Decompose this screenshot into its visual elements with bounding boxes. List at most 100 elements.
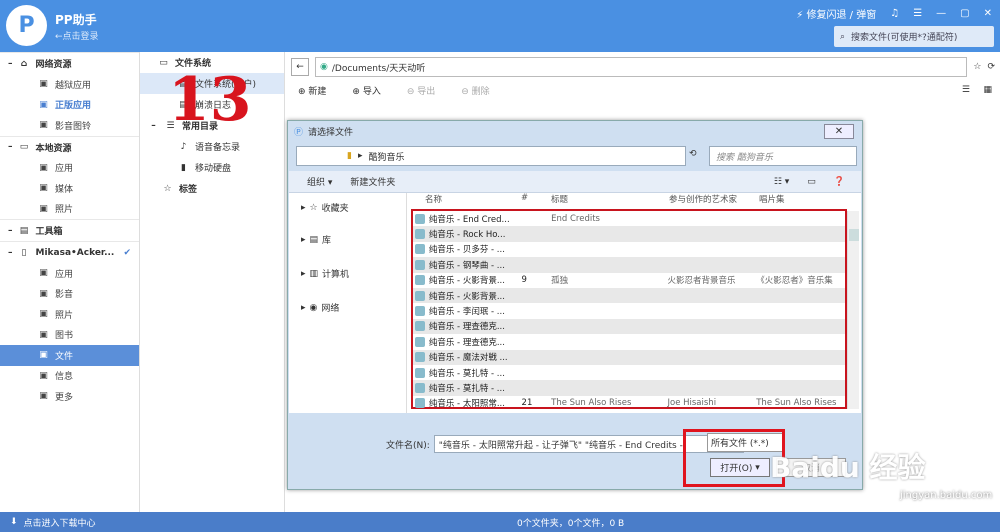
column-header[interactable]: 参与创作的艺术家 xyxy=(669,193,759,207)
top-bar: P PP助手 ←点击登录 ⚡ 修复闪退 / 弹窗 ♫ ☰ — ▢ ✕ ⌕ 搜索文… xyxy=(0,0,1000,52)
file-row[interactable]: 纯音乐 - 李闰珉 - ... xyxy=(413,303,845,318)
audio-file-icon xyxy=(415,398,425,409)
sidebar-item[interactable]: ▣ 应用 xyxy=(0,158,139,179)
music-icon[interactable]: ♫ xyxy=(890,8,899,19)
repair-link[interactable]: ⚡ 修复闪退 / 弹窗 xyxy=(796,6,876,21)
check-icon: ✔ xyxy=(123,247,131,258)
nav-icon: ☆ xyxy=(309,202,318,213)
file-row[interactable]: 纯音乐 - End Cred... End Credits xyxy=(413,211,845,226)
watermark-url: jingyan.baidu.com xyxy=(900,490,993,501)
file-row[interactable]: 纯音乐 - 魔法对戦 ... xyxy=(413,349,845,365)
audio-file-icon xyxy=(415,306,425,317)
file-row[interactable]: 纯音乐 - 火影背景... xyxy=(413,287,845,304)
sidebar-group[interactable]: – ▯ Mikasa•Acker... ✔ xyxy=(0,241,139,263)
nav-pane-item[interactable]: ▸ ◉ 网络 xyxy=(301,301,339,315)
organize-button[interactable]: 组织 ▾ xyxy=(307,175,332,188)
help-icon[interactable]: ❓ xyxy=(834,177,845,187)
sidebar-item[interactable]: ▣ 照片 xyxy=(0,199,139,220)
app-title: PP助手 xyxy=(55,13,97,27)
view-icon[interactable]: ☷ ▾ xyxy=(774,177,789,187)
open-button[interactable]: 打开(O) ▾ xyxy=(710,458,770,477)
dialog-body: ▸ ☆ 收藏夹 ▸ ▤ 库 ▸ ▥ 计算机 ▸ ◉ 网络 名称 # 标题 参与创作的艺术家 唱片集 纯音乐 -… xyxy=(289,193,861,413)
dialog-close-button[interactable]: ✕ xyxy=(824,124,854,139)
download-center-link[interactable]: ⬇ 点击进入下载中心 xyxy=(0,516,140,529)
grid-view-icon[interactable]: ▦ xyxy=(983,85,992,95)
export-button[interactable]: ⊖ 导出 xyxy=(407,84,435,97)
sidebar-item[interactable]: ▣ 正版应用 xyxy=(0,95,139,116)
nav-pane-item[interactable]: ▸ ▤ 库 xyxy=(301,233,331,247)
dialog-search-input[interactable]: 搜索 酷狗音乐 xyxy=(709,146,857,166)
minimize-icon[interactable]: — xyxy=(936,8,946,19)
sidebar-item[interactable]: ▣ 照片 xyxy=(0,304,139,325)
tree-voice-memo[interactable]: ♪ 语音备忘录 xyxy=(140,136,284,157)
tree-tags[interactable]: ☆ 标签 xyxy=(140,178,284,199)
item-icon: ▣ xyxy=(39,120,48,131)
favorite-icon[interactable]: ☆ xyxy=(973,62,981,72)
sidebar-group[interactable]: – ⌂ 网络资源 xyxy=(0,52,139,74)
sidebar-item[interactable]: ▣ 媒体 xyxy=(0,178,139,199)
file-row[interactable]: 纯音乐 - 贝多芬 - ... xyxy=(413,242,845,257)
audio-file-icon xyxy=(415,275,425,286)
audio-file-icon xyxy=(415,229,425,240)
device-icon: ◉ xyxy=(320,62,328,72)
top-search-input[interactable]: ⌕ 搜索文件(可使用*?通配符) xyxy=(834,26,994,47)
item-icon: ▣ xyxy=(39,309,48,320)
file-row[interactable]: 纯音乐 - 太阳照常... 21 The Sun Also Rises Joe His… xyxy=(413,396,845,411)
close-icon[interactable]: ✕ xyxy=(984,8,992,19)
nav-pane-item[interactable]: ▸ ☆ 收藏夹 xyxy=(301,201,349,215)
delete-button[interactable]: ⊖ 删除 xyxy=(461,84,489,97)
file-row[interactable]: 纯音乐 - 火影背景... 9 孤独 火影忍者背景音乐 《火影忍者》音乐集 xyxy=(413,273,845,288)
file-row[interactable]: 纯音乐 - 莫扎特 - ... xyxy=(413,380,845,396)
item-icon: ▣ xyxy=(39,99,48,110)
preview-pane-icon[interactable]: ▭ xyxy=(807,177,816,187)
search-icon: ⌕ xyxy=(840,31,846,42)
new-button[interactable]: ⊕ 新建 xyxy=(298,84,326,97)
sidebar-item[interactable]: ▣ 越狱应用 xyxy=(0,74,139,95)
column-header[interactable]: # xyxy=(521,193,551,207)
download-icon: ⬇ xyxy=(10,517,18,527)
sidebar: – ⌂ 网络资源 ▣ 越狱应用 ▣ 正版应用 ▣ 影音图铃 – ▭ 本地资源 ▣ 应用 ▣ 媒体 ▣ 照片 – ▤ 工具… xyxy=(0,52,140,512)
file-dialog: Ⓟ 请选择文件 ✕ ▮ ▸ 酷狗音乐 ⟲ 搜索 酷狗音乐 组织 ▾ 新建文件夹 ☷… xyxy=(287,120,863,490)
refresh-icon[interactable]: ⟳ xyxy=(987,62,995,72)
login-link[interactable]: ←点击登录 xyxy=(55,29,99,42)
column-header[interactable]: 名称 xyxy=(411,193,521,207)
settings-icon[interactable]: ☰ xyxy=(913,8,922,19)
item-icon: ▣ xyxy=(39,183,48,194)
column-header[interactable]: 标题 xyxy=(551,193,669,207)
column-header[interactable]: 唱片集 xyxy=(759,193,849,207)
sidebar-group[interactable]: – ▭ 本地资源 xyxy=(0,135,139,158)
tree-mobile-disk[interactable]: ▮ 移动硬盘 xyxy=(140,157,284,178)
dialog-address-bar[interactable]: ▮ ▸ 酷狗音乐 xyxy=(296,146,686,166)
top-right-controls: ⚡ 修复闪退 / 弹窗 ♫ ☰ — ▢ ✕ xyxy=(796,6,992,21)
sidebar-item[interactable]: ▣ 影音图铃 xyxy=(0,115,139,136)
sidebar-item[interactable]: ▣ 更多 xyxy=(0,386,139,407)
sidebar-group[interactable]: – ▤ 工具箱 xyxy=(0,219,139,241)
maximize-icon[interactable]: ▢ xyxy=(960,8,969,19)
import-button[interactable]: ⊕ 导入 xyxy=(352,84,380,97)
path-input[interactable]: ◉ /Documents/天天动听 xyxy=(315,57,968,77)
new-folder-button[interactable]: 新建文件夹 xyxy=(350,175,395,188)
file-row[interactable]: 纯音乐 - 钢琴曲 - ... xyxy=(413,257,845,273)
list-scrollbar[interactable] xyxy=(847,211,859,409)
back-button[interactable]: ← xyxy=(291,58,309,76)
group-icon: ▯ xyxy=(21,247,27,258)
audio-file-icon xyxy=(415,336,425,347)
sidebar-item[interactable]: ▣ 图书 xyxy=(0,325,139,346)
sidebar-item[interactable]: ▣ 应用 xyxy=(0,263,139,284)
file-row[interactable]: 纯音乐 - 理查德克... xyxy=(413,334,845,349)
group-icon: ⌂ xyxy=(20,58,28,69)
item-icon: ▣ xyxy=(39,350,48,361)
dialog-nav-pane: ▸ ☆ 收藏夹 ▸ ▤ 库 ▸ ▥ 计算机 ▸ ◉ 网络 xyxy=(289,193,407,413)
file-row[interactable]: 纯音乐 - Rock Ho... xyxy=(413,226,845,242)
nav-pane-item[interactable]: ▸ ▥ 计算机 xyxy=(301,267,349,281)
file-row[interactable]: 纯音乐 - 莫扎特 - ... xyxy=(413,365,845,380)
sidebar-item[interactable]: ▣ 影音 xyxy=(0,284,139,305)
audio-file-icon xyxy=(415,352,425,363)
dialog-refresh-icon[interactable]: ⟲ xyxy=(689,149,697,159)
usb-icon: ▮ xyxy=(181,162,186,173)
file-row[interactable]: 纯音乐 - 理查德克... xyxy=(413,318,845,335)
sidebar-item[interactable]: ▣ 文件 xyxy=(0,345,139,366)
list-view-icon[interactable]: ☰ xyxy=(962,85,970,95)
app-icon: Ⓟ xyxy=(294,128,304,138)
sidebar-item[interactable]: ▣ 信息 xyxy=(0,366,139,387)
